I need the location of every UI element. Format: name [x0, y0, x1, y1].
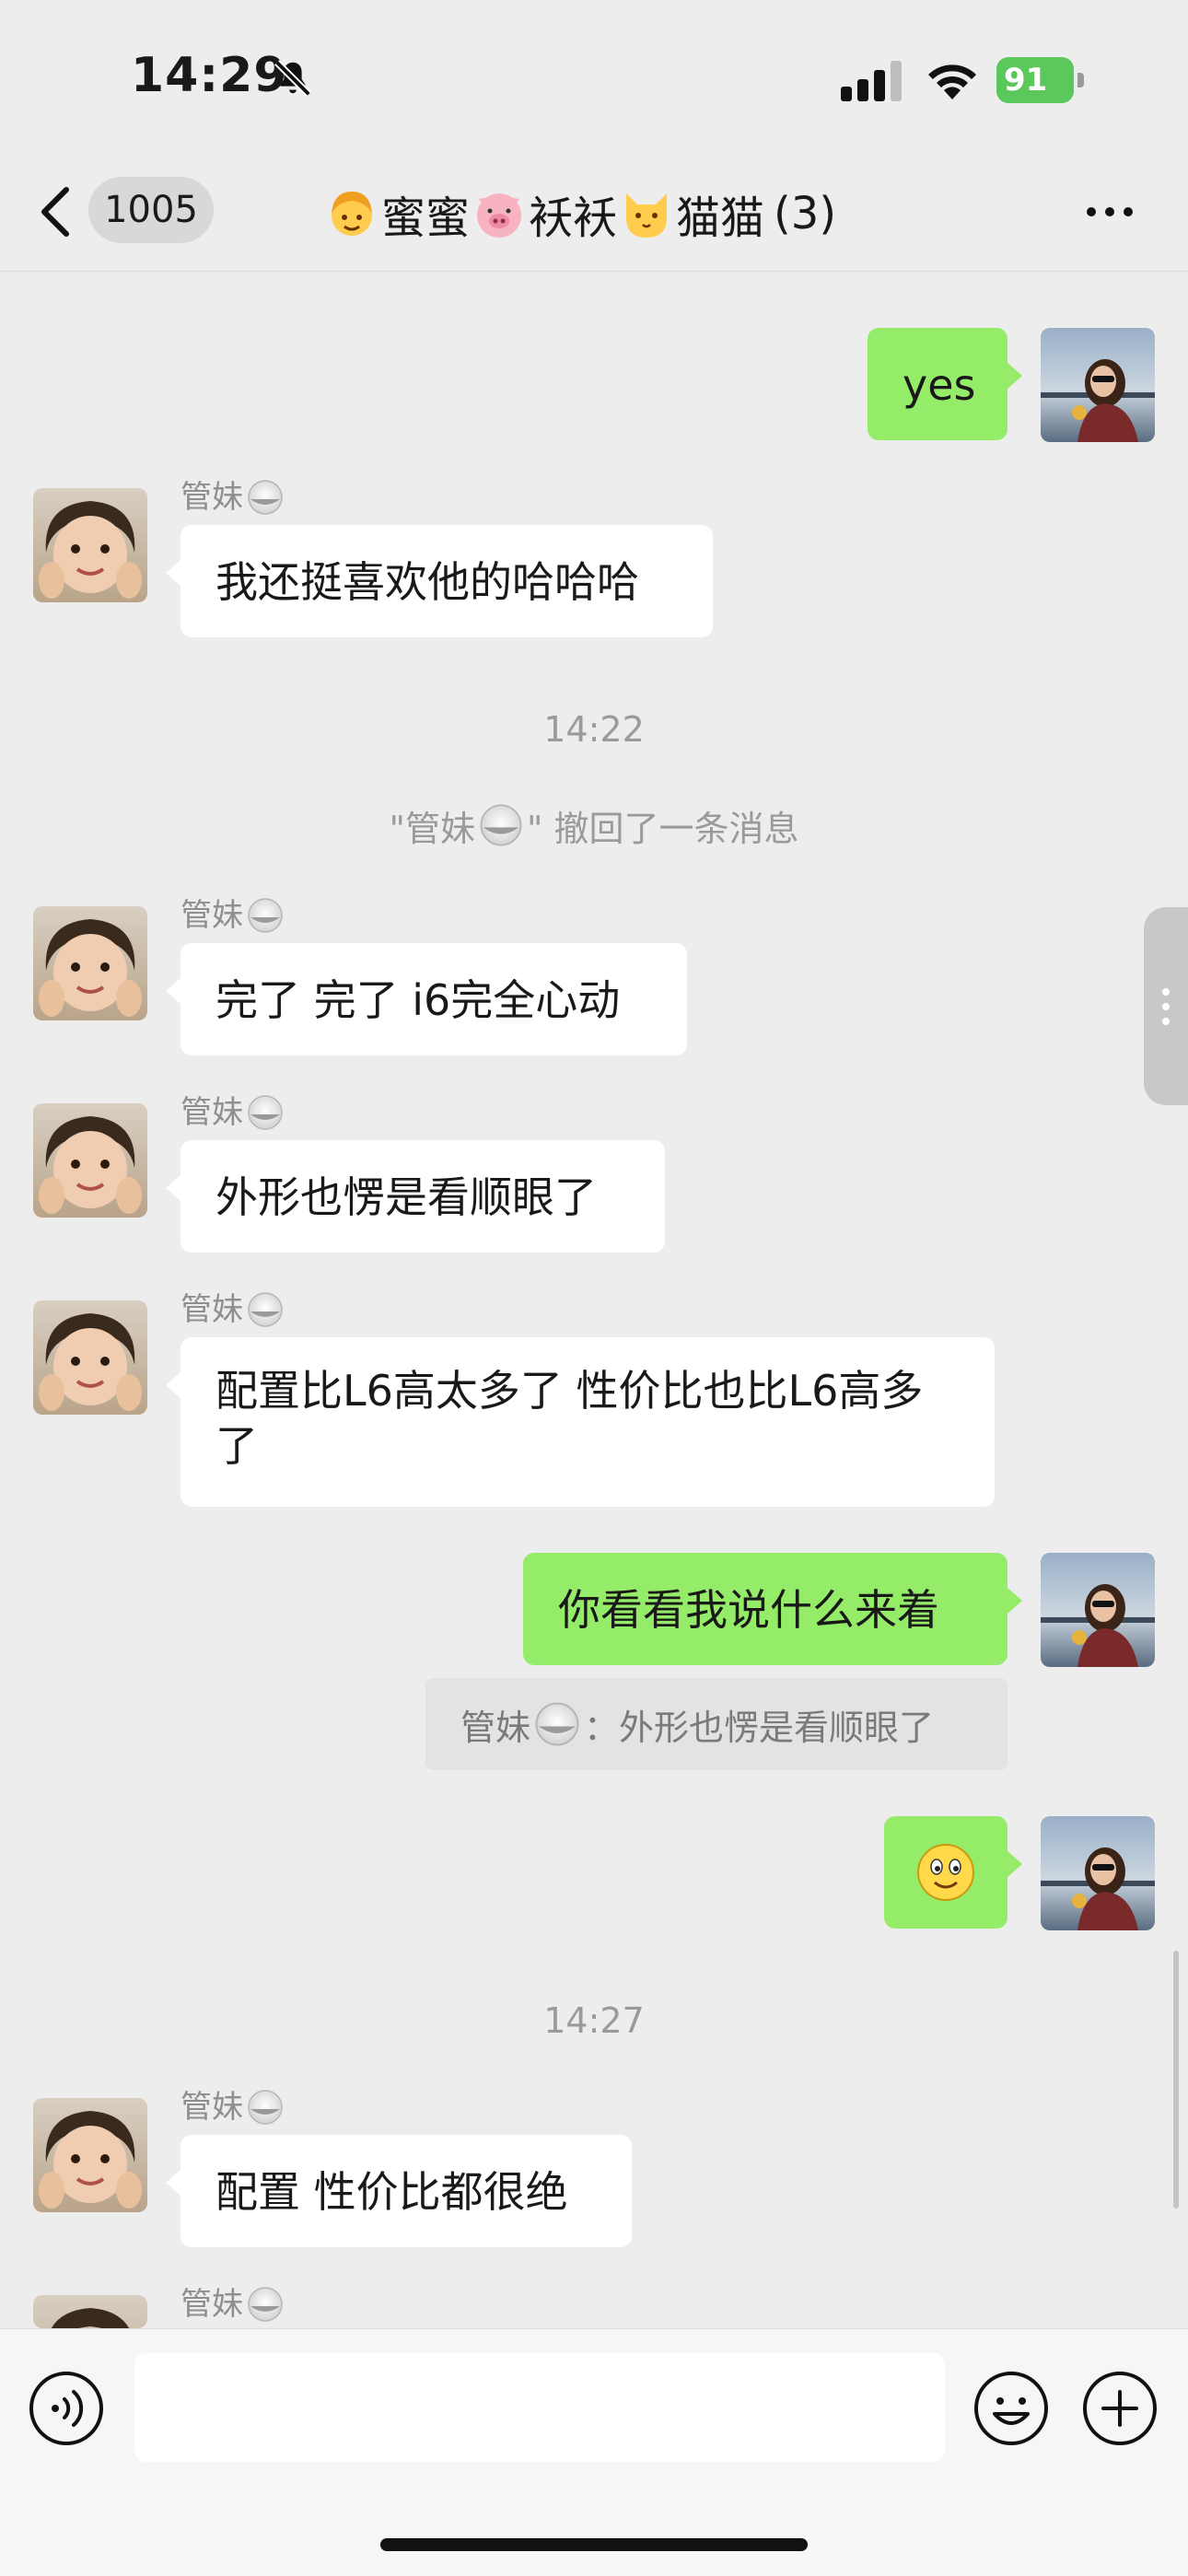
- avatar-self[interactable]: [1041, 1816, 1155, 1930]
- smile-emoji-icon: [917, 1844, 974, 1901]
- sender-name-text: 管妹: [181, 2089, 243, 2126]
- status-time: 14:29: [131, 48, 288, 103]
- cat-emoji-icon: [626, 193, 668, 238]
- message-bubble-outgoing[interactable]: yes: [868, 328, 1022, 440]
- avatar-sender[interactable]: [33, 2295, 147, 2328]
- message-bubble-incoming[interactable]: 外形也愣是看顺眼了: [166, 1140, 665, 1253]
- quoted-sender: 管妹: [460, 1707, 531, 1748]
- message-text: 我还挺喜欢他的哈哈哈: [215, 557, 639, 607]
- signal-icon: [841, 61, 902, 101]
- rice-bowl-icon: [248, 1095, 283, 1130]
- avatar-self[interactable]: [1041, 328, 1155, 442]
- rice-bowl-icon: [248, 2287, 283, 2322]
- avatar-sender[interactable]: [33, 906, 147, 1020]
- recall-notice-prefix: "管妹: [389, 808, 475, 849]
- battery-tip: [1077, 73, 1084, 87]
- message-bubble-incoming[interactable]: 完了 完了 i6完全心动: [166, 943, 687, 1055]
- sender-name-text: 管妹: [181, 479, 243, 516]
- rice-bowl-icon: [248, 898, 283, 933]
- bell-slash-icon: [274, 60, 311, 97]
- message-text: 完了 完了 i6完全心动: [215, 975, 621, 1025]
- sender-name-text: 管妹: [181, 897, 243, 934]
- sender-name-text: 管妹: [181, 1094, 243, 1131]
- message-text: 外形也愣是看顺眼了: [215, 1172, 597, 1222]
- message-bubble-incoming[interactable]: 我还挺喜欢他的哈哈哈: [166, 525, 713, 637]
- recall-notice-suffix: " 撤回了一条消息: [526, 808, 799, 849]
- message-text: 配置比L6高太多了 性价比也比L6高多了: [215, 1366, 924, 1471]
- chat-header: 1005 蜜蜜 袄袄 猫猫 (3): [0, 157, 1188, 272]
- scrollbar[interactable]: [1173, 1951, 1179, 2209]
- chevron-left-icon[interactable]: [33, 182, 79, 241]
- chat-title-part-2: 袄袄: [529, 192, 618, 244]
- sender-name: 管妹: [181, 2087, 284, 2127]
- status-bar: 14:29 91: [0, 0, 1188, 157]
- wifi-icon: [928, 64, 976, 99]
- member-count: (3): [774, 188, 837, 239]
- message-bubble-incoming[interactable]: 配置 性价比都很绝: [166, 2135, 632, 2247]
- rice-bowl-icon: [535, 1702, 579, 1746]
- pig-emoji-icon: [477, 193, 522, 238]
- message-bubble-outgoing[interactable]: [884, 1816, 1022, 1929]
- quoted-separator: ：: [584, 1707, 620, 1748]
- sender-name-text: 管妹: [181, 1291, 243, 1328]
- voice-icon[interactable]: [28, 2370, 105, 2447]
- girl-emoji-icon: [332, 192, 372, 236]
- sender-name-text: 管妹: [181, 2286, 243, 2323]
- avatar-sender[interactable]: [33, 1300, 147, 1415]
- sender-name: 管妹: [181, 1289, 284, 1330]
- message-text: yes: [903, 360, 976, 410]
- rice-bowl-icon: [480, 804, 522, 846]
- avatar-sender[interactable]: [33, 1103, 147, 1218]
- rice-bowl-icon: [248, 2090, 283, 2125]
- message-text: 你看看我说什么来着: [558, 1585, 939, 1635]
- rice-bowl-icon: [248, 1292, 283, 1327]
- battery-icon: 91: [996, 57, 1085, 103]
- avatar-sender[interactable]: [33, 488, 147, 602]
- avatar-sender[interactable]: [33, 2098, 147, 2212]
- message-bubble-outgoing[interactable]: 你看看我说什么来着: [523, 1553, 1022, 1665]
- message-bubble-incoming[interactable]: 配置比L6高太多了 性价比也比L6高多了: [166, 1337, 995, 1507]
- timestamp: 14:22: [543, 709, 645, 750]
- unread-count-badge[interactable]: 1005: [88, 177, 214, 243]
- timestamp: 14:27: [543, 2000, 645, 2041]
- quoted-text: 外形也愣是看顺眼了: [619, 1707, 935, 1748]
- rice-bowl-icon: [248, 480, 283, 515]
- quoted-message[interactable]: 管妹 ： 外形也愣是看顺眼了: [425, 1678, 1007, 1770]
- chat-title: 蜜蜜 袄袄 猫猫 (3): [322, 181, 836, 247]
- chat-title-part-1: 蜜蜜: [381, 192, 471, 244]
- avatar-self[interactable]: [1041, 1553, 1155, 1667]
- sender-name: 管妹: [181, 477, 284, 518]
- side-panel-handle[interactable]: [1144, 907, 1188, 1105]
- more-icon[interactable]: [1077, 193, 1142, 230]
- sender-name: 管妹: [181, 2284, 284, 2325]
- home-indicator[interactable]: [380, 2538, 808, 2551]
- message-input[interactable]: [134, 2353, 945, 2462]
- message-text: 配置 性价比都很绝: [215, 2167, 568, 2217]
- sender-name: 管妹: [181, 1092, 284, 1133]
- emoji-icon[interactable]: [973, 2370, 1050, 2447]
- recall-notice: "管妹 " 撤回了一条消息: [0, 798, 1188, 853]
- chat-title-part-3: 猫猫: [676, 192, 765, 244]
- battery-level: 91: [996, 57, 1074, 103]
- plus-icon[interactable]: [1081, 2370, 1159, 2447]
- sender-name: 管妹: [181, 895, 284, 936]
